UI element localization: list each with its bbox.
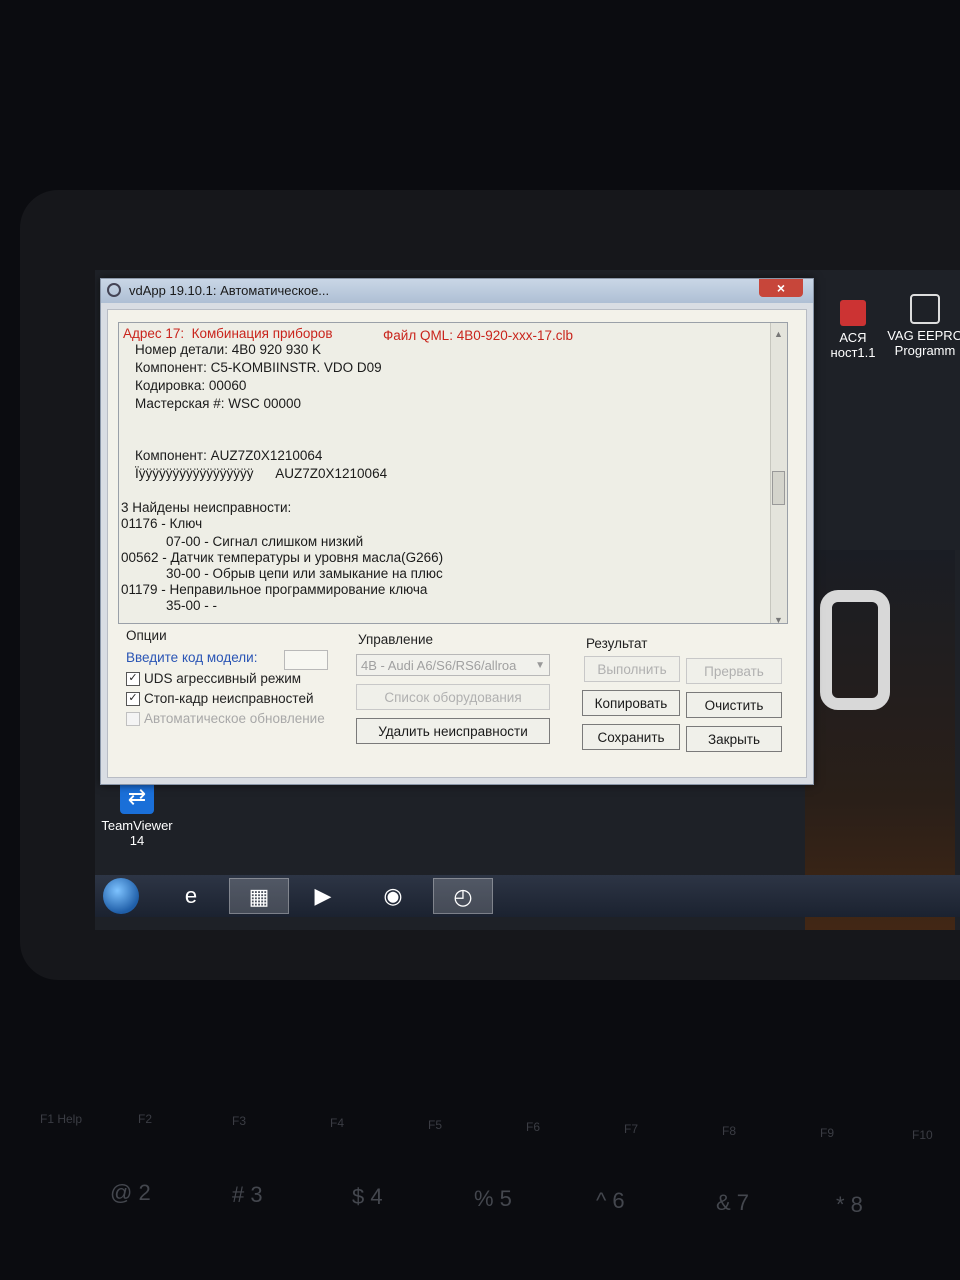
desktop-icon-label: VAG EEPRO bbox=[887, 328, 960, 343]
desktop-icon-label: Programm bbox=[894, 343, 956, 358]
key-6[interactable]: ^ 6 bbox=[596, 1188, 625, 1214]
log-line: 35-00 - - bbox=[121, 598, 218, 613]
clear-button[interactable]: Очистить bbox=[686, 692, 782, 718]
save-button[interactable]: Сохранить bbox=[582, 724, 680, 750]
freeze-frame-checkbox[interactable]: ✓ bbox=[126, 692, 140, 706]
chrome-icon[interactable]: ◉ bbox=[363, 878, 423, 914]
wallpaper-logo bbox=[820, 590, 890, 710]
model-code-input[interactable] bbox=[284, 650, 328, 670]
media-player-icon[interactable]: ▶ bbox=[293, 878, 353, 914]
abort-button[interactable]: Прервать bbox=[686, 658, 782, 684]
log-qml-file: Файл QML: 4B0-920-xxx-17.clb bbox=[383, 328, 574, 343]
close-window-button[interactable]: × bbox=[759, 279, 803, 297]
close-button[interactable]: Закрыть bbox=[686, 726, 782, 752]
uds-aggressive-checkbox[interactable]: ✓ bbox=[126, 672, 140, 686]
vdapp-taskbar-icon[interactable]: ◴ bbox=[433, 878, 493, 914]
delete-faults-button[interactable]: Удалить неисправности bbox=[356, 718, 550, 744]
key-f3[interactable]: F3 bbox=[232, 1114, 246, 1128]
key-8[interactable]: * 8 bbox=[836, 1192, 863, 1218]
log-line: Номер детали: 4B0 920 930 K bbox=[135, 342, 322, 357]
laptop-keyboard: F1 Help F2 F3 F4 F5 F6 F7 F8 F9 F10 @ 2 … bbox=[0, 1090, 960, 1280]
result-header: Результат bbox=[586, 636, 648, 651]
scroll-thumb[interactable] bbox=[772, 471, 785, 505]
key-5[interactable]: % 5 bbox=[474, 1186, 512, 1212]
freeze-frame-label: Стоп-кадр неисправностей bbox=[144, 691, 314, 706]
window-titlebar[interactable]: vdApp 19.10.1: Автоматическое... × bbox=[101, 279, 813, 303]
log-line: 01176 - Ключ bbox=[121, 516, 203, 531]
chevron-down-icon: ▼ bbox=[535, 660, 545, 671]
key-3[interactable]: # 3 bbox=[232, 1182, 263, 1208]
key-f2[interactable]: F2 bbox=[138, 1112, 152, 1126]
uds-aggressive-label: UDS агрессивный режим bbox=[144, 671, 302, 686]
desktop-icon-label: АСЯ bbox=[839, 330, 867, 345]
desktop-icon-label: ност1.1 bbox=[830, 345, 876, 360]
vag-eeprom-icon bbox=[910, 294, 940, 324]
key-4[interactable]: $ 4 bbox=[352, 1184, 383, 1210]
execute-button[interactable]: Выполнить bbox=[584, 656, 680, 682]
log-line: Компонент: C5-KOMBIINSTR. VDO D09 bbox=[135, 360, 382, 375]
desktop-icon-app[interactable]: АСЯ ност1.1 bbox=[823, 300, 883, 360]
auto-update-checkbox[interactable] bbox=[126, 712, 140, 726]
log-line: Компонент: AUZ7Z0X1210064 bbox=[135, 448, 323, 463]
control-header: Управление bbox=[358, 632, 434, 647]
key-f7[interactable]: F7 bbox=[624, 1122, 638, 1136]
desktop-screen: АСЯ ност1.1 VAG EEPRO Programm ⇄ TeamVie… bbox=[95, 270, 960, 930]
window-client-area: Адрес 17: Комбинация приборов Файл QML: … bbox=[107, 309, 807, 778]
equipment-list-button[interactable]: Список оборудования bbox=[356, 684, 550, 710]
key-f5[interactable]: F5 bbox=[428, 1118, 442, 1132]
scroll-down-icon[interactable]: ▼ bbox=[774, 611, 784, 625]
log-scrollbar[interactable]: ▲ ▼ bbox=[770, 323, 787, 625]
window-title: vdApp 19.10.1: Автоматическое... bbox=[129, 283, 330, 298]
vehicle-select-value: 4B - Audi A6/S6/RS6/allroa bbox=[361, 658, 517, 673]
diagnostic-log[interactable]: Адрес 17: Комбинация приборов Файл QML: … bbox=[118, 322, 788, 625]
desktop-icon-teamviewer[interactable]: ⇄ TeamViewer 14 bbox=[97, 780, 177, 848]
options-header: Опции bbox=[126, 628, 167, 643]
start-button[interactable] bbox=[103, 878, 139, 914]
file-explorer-icon[interactable]: ▦ bbox=[229, 878, 289, 914]
scroll-up-icon[interactable]: ▲ bbox=[774, 325, 784, 339]
key-f4[interactable]: F4 bbox=[330, 1116, 344, 1130]
key-7[interactable]: & 7 bbox=[716, 1190, 749, 1216]
vehicle-select[interactable]: 4B - Audi A6/S6/RS6/allroa ▼ bbox=[356, 654, 550, 676]
key-f6[interactable]: F6 bbox=[526, 1120, 540, 1134]
auto-update-label: Автоматическое обновление bbox=[144, 711, 325, 726]
log-line: Ïÿÿÿÿÿÿÿÿÿÿÿÿÿÿÿÿÿ AUZ7Z0X1210064 bbox=[135, 466, 388, 481]
key-f1[interactable]: F1 Help bbox=[40, 1112, 82, 1126]
vdapp-window: vdApp 19.10.1: Автоматическое... × Адрес… bbox=[100, 278, 814, 785]
key-f9[interactable]: F9 bbox=[820, 1126, 834, 1140]
teamviewer-icon: ⇄ bbox=[120, 780, 154, 814]
internet-explorer-icon[interactable]: e bbox=[161, 878, 221, 914]
model-code-label: Введите код модели: bbox=[126, 650, 258, 665]
key-2[interactable]: @ 2 bbox=[110, 1180, 151, 1206]
taskbar: e ▦ ▶ ◉ ◴ bbox=[95, 875, 960, 917]
log-line: Кодировка: 00060 bbox=[135, 378, 247, 393]
desktop-icon-label: 14 bbox=[129, 833, 145, 848]
vdapp-icon bbox=[107, 283, 121, 297]
log-line: Мастерская #: WSC 00000 bbox=[135, 396, 302, 411]
copy-button[interactable]: Копировать bbox=[582, 690, 680, 716]
desktop-icon-vag-eeprom[interactable]: VAG EEPRO Programm bbox=[885, 294, 960, 358]
app-icon bbox=[840, 300, 866, 326]
desktop-icon-label: TeamViewer bbox=[101, 818, 173, 833]
key-f8[interactable]: F8 bbox=[722, 1124, 736, 1138]
key-f10[interactable]: F10 bbox=[912, 1128, 933, 1142]
